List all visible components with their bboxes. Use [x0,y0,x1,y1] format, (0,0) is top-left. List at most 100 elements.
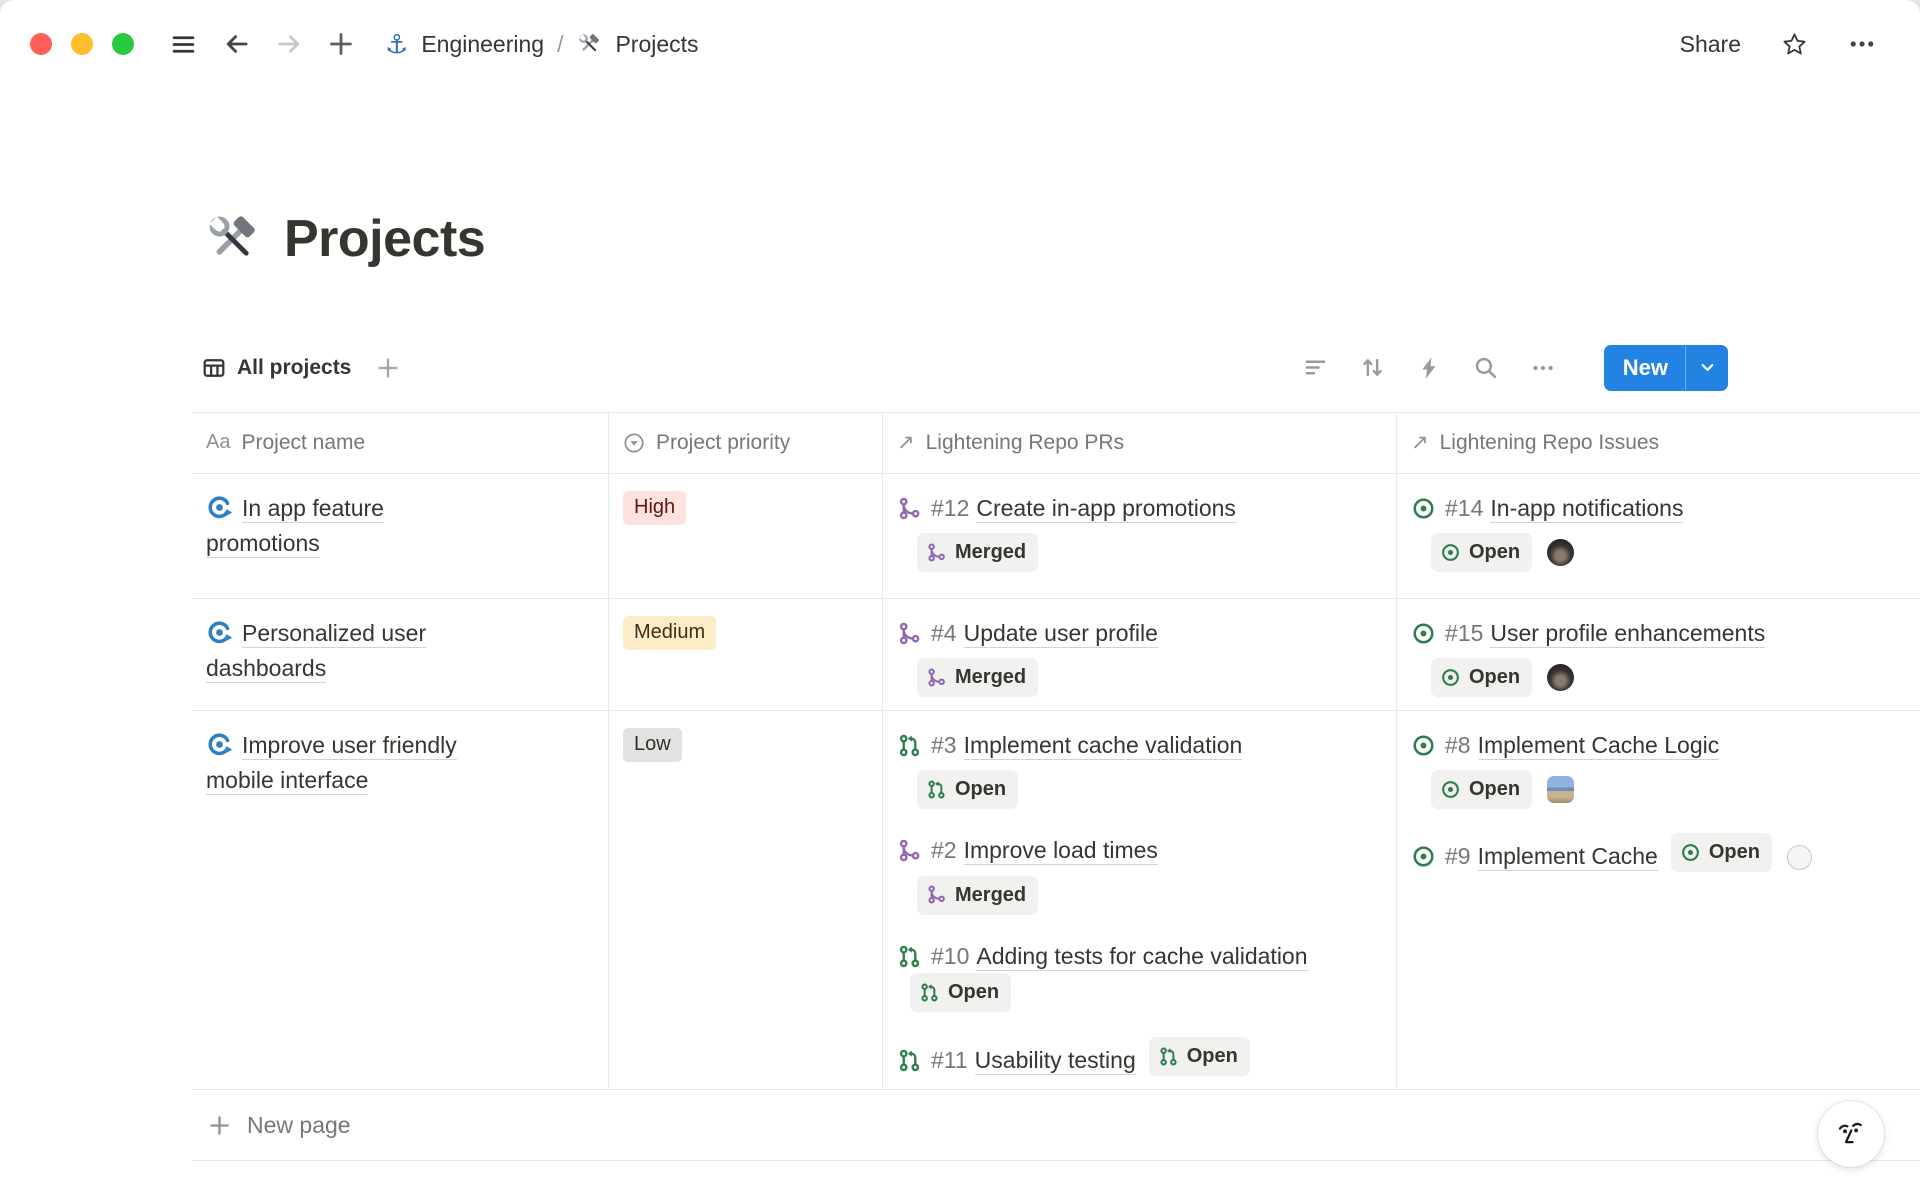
new-record-button[interactable]: New [1604,345,1728,391]
table-row: In app feature promotionsHigh#12Create i… [192,474,1920,598]
add-view-icon[interactable] [375,355,401,381]
filter-icon[interactable] [1303,355,1328,380]
cell-project-name[interactable]: Personalized user dashboards [192,599,608,710]
status-badge: Open [1431,658,1532,697]
status-badge-row: Merged [897,658,1382,697]
new-page-label: New page [247,1112,351,1139]
notion-ai-button[interactable] [1818,1101,1884,1167]
issue-reference: #9 Implement Cache Open [1411,833,1906,873]
status-badge: Open [1149,1037,1250,1076]
issue-link[interactable]: In-app notifications [1490,495,1683,523]
plus-icon [207,1113,232,1138]
forward-icon[interactable] [275,30,303,58]
view-tab-all-projects[interactable]: All projects [192,356,351,380]
pr-link[interactable]: Adding tests for cache validation [976,943,1307,971]
priority-badge[interactable]: High [623,491,686,525]
column-header-project-name[interactable]: Aa Project name [192,413,608,473]
column-label: Project priority [656,431,790,455]
priority-badge[interactable]: Low [623,728,682,762]
status-badge-row: Merged [897,876,1382,915]
status-icon [1440,667,1461,688]
cell-project-name[interactable]: In app feature promotions [192,474,608,598]
issue-reference: #8 Implement Cache Logic Open [1411,728,1906,810]
sidebar-toggle-icon[interactable] [170,31,197,58]
issue-link[interactable]: Implement Cache [1478,843,1658,871]
cell-repo-issues: #8 Implement Cache Logic Open #9 Implement C… [1396,711,1920,1090]
assignee-avatar [1547,664,1574,691]
cell-project-name[interactable]: Improve user friendly mobile interface [192,711,608,1090]
assignee-avatar [1547,776,1574,803]
status-badge: Merged [917,658,1038,697]
issue-link[interactable]: Implement Cache Logic [1478,732,1720,760]
status-badge: Merged [917,876,1038,915]
reference-number: #8 [1445,732,1471,758]
status-icon [1680,842,1701,863]
column-header-project-priority[interactable]: Project priority [608,413,882,473]
page-title: Projects [284,209,485,269]
breadcrumb-separator: / [557,31,563,58]
zoom-button[interactable] [112,33,134,55]
new-button-label[interactable]: New [1604,345,1685,391]
reference-number: #9 [1445,843,1471,869]
new-page-icon[interactable] [327,30,355,58]
select-property-icon [623,432,645,454]
table-row: Improve user friendly mobile interface Lo… [192,710,1920,1090]
table-header-row: Aa Project name Project priority ↗ Light… [192,412,1920,474]
status-label: Open [1469,662,1520,692]
text-property-icon: Aa [206,431,230,454]
back-icon[interactable] [223,30,251,58]
pr-reference: #3Implement cache validationOpen [897,728,1382,810]
minimize-button[interactable] [71,33,93,55]
search-icon[interactable] [1473,355,1498,380]
pr-reference: #11Usability testingOpen [897,1037,1382,1077]
pr-link[interactable]: Improve load times [964,837,1158,865]
new-page-row[interactable]: New page [192,1089,1920,1161]
arrow-ne-icon: ↗ [897,430,915,455]
status-label: Open [1469,537,1520,567]
status-label: Open [948,977,999,1007]
sort-icon[interactable] [1360,355,1385,380]
view-more-icon[interactable] [1530,355,1556,381]
cell-project-priority[interactable]: High [608,474,882,598]
cell-project-priority[interactable]: Low [608,711,882,1090]
favorite-star-icon[interactable] [1781,31,1808,58]
project-page-link[interactable]: Personalized user dashboards [206,620,426,684]
issue-open-icon [1411,621,1436,646]
page-icon-hammer-wrench[interactable] [202,209,262,269]
column-header-repo-issues[interactable]: ↗ Lightening Repo Issues [1396,413,1920,473]
reference-number: #4 [931,620,957,646]
status-icon [926,542,947,563]
new-button-chevron-down-icon[interactable] [1686,345,1728,391]
status-icon [926,884,947,905]
issue-open-icon [1411,844,1436,869]
pr-reference: #10Adding tests for cache validationOpen [897,939,1382,1014]
topbar-actions: Share [1680,30,1876,58]
project-page-link[interactable]: Improve user friendly mobile interface [206,732,457,796]
pr-link[interactable]: Implement cache validation [964,732,1243,760]
pr-link[interactable]: Update user profile [964,620,1158,648]
traffic-lights [30,33,134,55]
pr-link[interactable]: Create in-app promotions [976,495,1236,523]
breadcrumb-space[interactable]: Engineering [421,31,544,58]
project-icon [206,619,233,646]
column-header-repo-prs[interactable]: ↗ Lightening Repo PRs [882,413,1396,473]
status-label: Open [1709,837,1760,867]
status-badge-row: Merged [897,533,1382,572]
close-button[interactable] [30,33,52,55]
pr-reference: #2Improve load timesMerged [897,833,1382,915]
more-options-icon[interactable] [1848,30,1876,58]
reference-number: #3 [931,732,957,758]
status-badge: Open [910,973,1011,1012]
cell-project-priority[interactable]: Medium [608,599,882,710]
automation-bolt-icon[interactable] [1417,356,1441,380]
status-label: Merged [955,880,1026,910]
status-label: Open [1469,774,1520,804]
issue-reference: #15User profile enhancementsOpen [1411,616,1906,698]
pr-link[interactable]: Usability testing [975,1047,1136,1075]
share-button[interactable]: Share [1680,31,1741,58]
breadcrumb-page[interactable]: Projects [615,31,698,58]
git-merge-icon [897,496,922,521]
issue-link[interactable]: User profile enhancements [1490,620,1765,648]
priority-badge[interactable]: Medium [623,616,716,650]
view-tab-label: All projects [237,356,351,380]
